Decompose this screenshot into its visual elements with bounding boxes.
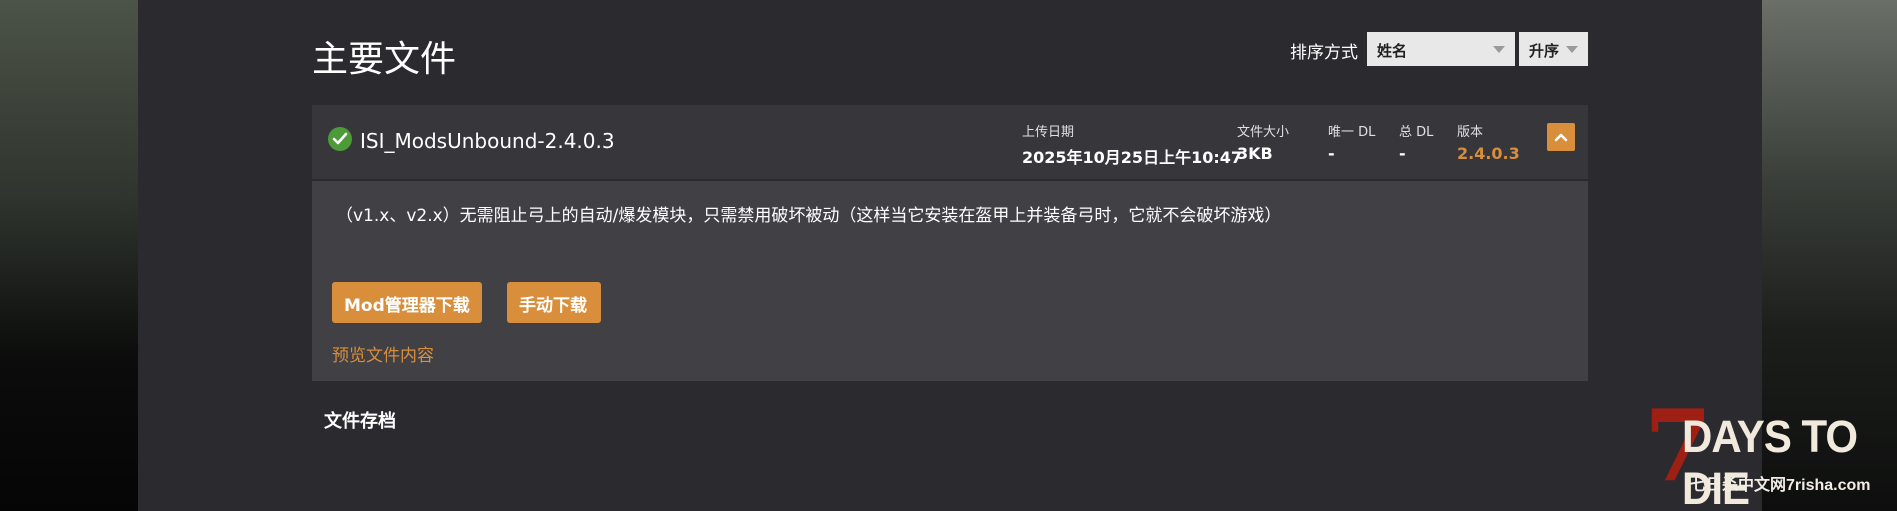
watermark-logo: 7 DAYS TO DIE 七日杀中文网7risha.com	[1642, 393, 1892, 511]
total-dl-value: -	[1399, 144, 1406, 163]
sort-order-value: 升序	[1529, 42, 1560, 60]
page-title: 主要文件	[312, 39, 457, 80]
sort-field-value: 姓名	[1377, 42, 1408, 60]
mod-manager-download-button[interactable]: Mod管理器下载	[332, 282, 482, 323]
sort-field-select[interactable]: 姓名	[1367, 32, 1515, 66]
total-dl: 总 DL -	[1399, 121, 1433, 163]
check-circle-icon	[328, 127, 352, 151]
manual-download-button[interactable]: 手动下载	[507, 282, 601, 323]
logo-text: DAYS TO DIE	[1682, 411, 1858, 511]
file-details: （v1.x、v2.x）无需阻止弓上的自动/爆发模块，只需禁用破坏被动（这样当它安…	[312, 180, 1588, 381]
unique-dl-label: 唯一 DL	[1328, 125, 1376, 140]
unique-dl: 唯一 DL -	[1328, 121, 1375, 163]
preview-file-contents-link[interactable]: 预览文件内容	[332, 341, 434, 366]
file-header[interactable]: ISI_ModsUnbound-2.4.0.3 上传日期 2025年10月25日…	[312, 105, 1588, 179]
chevron-down-icon	[1493, 46, 1505, 53]
sort-label: 排序方式	[1290, 43, 1358, 63]
file-archive-heading: 文件存档	[324, 411, 396, 432]
upload-date-label: 上传日期	[1022, 125, 1075, 140]
upload-date: 上传日期 2025年10月25日上午10:47	[1022, 121, 1242, 168]
total-dl-label: 总 DL	[1399, 125, 1434, 140]
file-name: ISI_ModsUnbound-2.4.0.3	[360, 129, 615, 153]
file-size-value: 3KB	[1237, 144, 1273, 163]
file-size-label: 文件大小	[1237, 125, 1290, 140]
background-left	[0, 0, 138, 511]
collapse-button[interactable]	[1547, 123, 1575, 151]
version-label: 版本	[1457, 125, 1484, 140]
file-size: 文件大小 3KB	[1237, 121, 1289, 163]
file-description: （v1.x、v2.x）无需阻止弓上的自动/爆发模块，只需禁用破坏被动（这样当它安…	[336, 206, 1282, 226]
unique-dl-value: -	[1328, 144, 1335, 163]
chevron-down-icon	[1566, 46, 1578, 53]
upload-date-value: 2025年10月25日上午10:47	[1022, 148, 1242, 167]
logo-subtitle: 七日杀中文网7risha.com	[1690, 477, 1871, 494]
chevron-up-icon	[1554, 133, 1568, 142]
sort-order-select[interactable]: 升序	[1519, 32, 1588, 66]
version-value: 2.4.0.3	[1457, 144, 1520, 163]
version: 版本 2.4.0.3	[1457, 121, 1520, 163]
